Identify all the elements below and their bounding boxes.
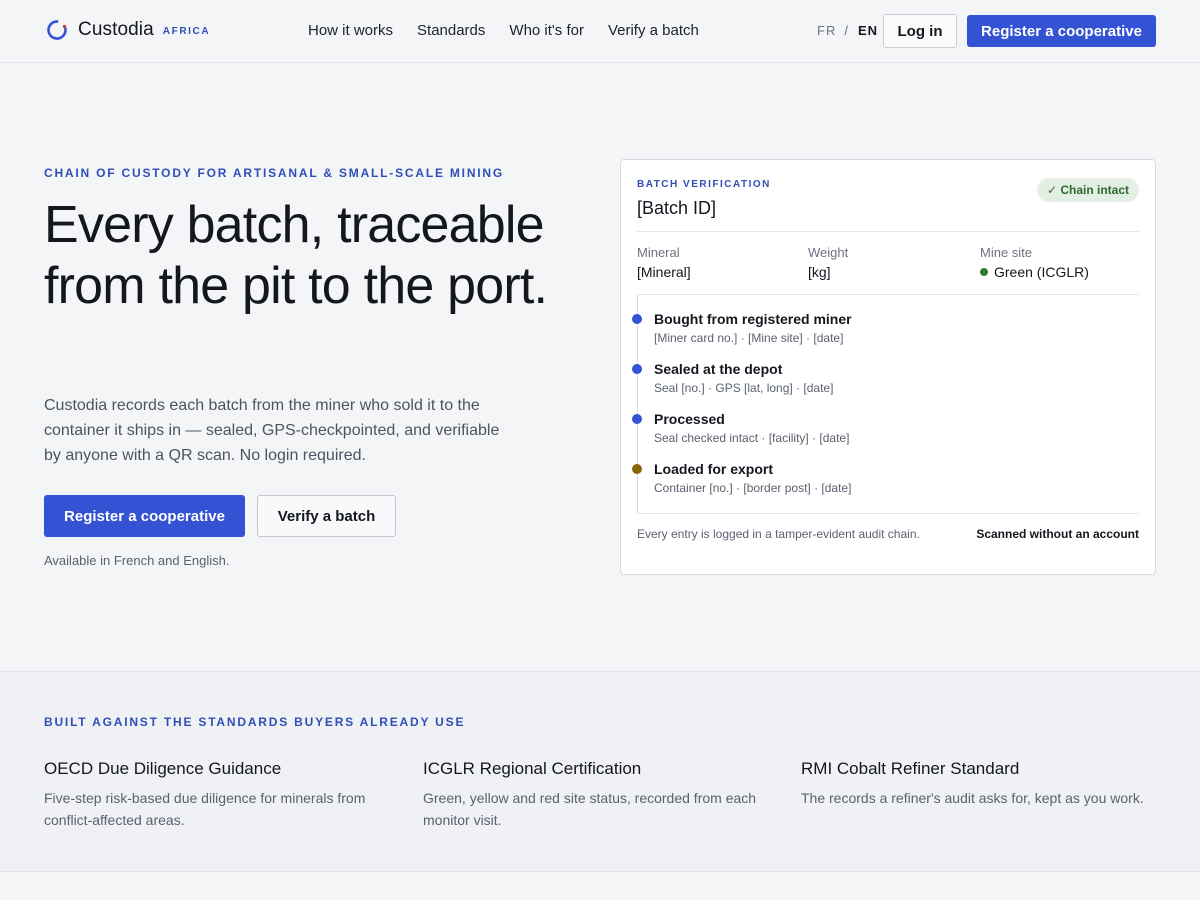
custody-timeline: Bought from registered miner [Miner card… (632, 295, 1139, 514)
divider (637, 231, 1139, 232)
language-availability-note: Available in French and English. (44, 553, 230, 568)
site-status-dot-icon (980, 268, 988, 276)
standard-description: Five-step risk-based due diligence for m… (44, 790, 366, 828)
timeline-node-icon (632, 464, 642, 474)
meta-label: Weight (808, 245, 849, 260)
divider (637, 513, 1139, 514)
logo-ring-icon (47, 20, 67, 40)
brand-region: AFRICA (162, 25, 211, 37)
step-title: Bought from registered miner (654, 311, 852, 327)
step-detail: Seal checked intact · [facility] · [date… (654, 431, 850, 445)
nav-verify-batch[interactable]: Verify a batch (608, 22, 699, 39)
standard-item: RMI Cobalt Refiner Standard The records … (801, 759, 1156, 809)
chain-status-badge: ✓ Chain intact (1036, 178, 1139, 202)
meta-weight: Weight [kg] (808, 245, 848, 280)
hero-eyebrow: CHAIN OF CUSTODY FOR ARTISANAL & SMALL-S… (44, 166, 505, 180)
register-cooperative-header-button[interactable]: Register a cooperative (967, 15, 1156, 47)
lang-fr[interactable]: FR (817, 23, 836, 38)
nav-who-its-for[interactable]: Who it's for (509, 22, 584, 39)
batch-id: [Batch ID] (637, 198, 717, 218)
hero-title: Every batch, traceable from the pit to t… (44, 196, 548, 315)
brand-name: Custodia (78, 19, 154, 40)
meta-value: [kg] (808, 264, 831, 280)
meta-mine-site: Mine site Green (ICGLR) (980, 245, 1089, 280)
site-header: Custodia AFRICA How it works Standards W… (0, 0, 1200, 63)
standard-item: ICGLR Regional Certification Green, yell… (423, 759, 778, 831)
card-eyebrow: BATCH VERIFICATION (637, 179, 771, 190)
standard-description: Green, yellow and red site status, recor… (423, 790, 757, 828)
standard-item: OECD Due Diligence Guidance Five-step ri… (44, 759, 399, 831)
hero-description: Custodia records each batch from the min… (44, 397, 500, 464)
scanned-without-account-note: Scanned without an account (976, 527, 1139, 541)
register-cooperative-button[interactable]: Register a cooperative (44, 495, 245, 537)
standards-section: BUILT AGAINST THE STANDARDS BUYERS ALREA… (0, 671, 1200, 872)
meta-label: Mine site (980, 245, 1033, 260)
timeline-node-icon (632, 364, 642, 374)
language-switcher: FR / EN (817, 23, 878, 38)
lang-en[interactable]: EN (858, 23, 878, 38)
meta-label: Mineral (637, 245, 680, 260)
step-title: Processed (654, 411, 725, 427)
step-title: Sealed at the depot (654, 361, 783, 377)
login-button[interactable]: Log in (883, 14, 957, 48)
standards-eyebrow: BUILT AGAINST THE STANDARDS BUYERS ALREA… (44, 715, 466, 729)
brand-logo[interactable]: Custodia AFRICA (46, 19, 210, 41)
standard-title: ICGLR Regional Certification (423, 759, 642, 778)
step-detail: Container [no.] · [border post] · [date] (654, 481, 852, 495)
timeline-node-icon (632, 414, 642, 424)
meta-value-wrap: Green (ICGLR) (980, 264, 1089, 280)
step-detail: Seal [no.] · GPS [lat, long] · [date] (654, 381, 834, 395)
audit-chain-note: Every entry is logged in a tamper-eviden… (637, 527, 920, 541)
meta-value: [Mineral] (637, 264, 691, 280)
step-title: Loaded for export (654, 461, 774, 477)
standard-title: RMI Cobalt Refiner Standard (801, 759, 1020, 778)
main-nav: How it works Standards Who it's for Veri… (308, 22, 723, 39)
meta-mineral: Mineral [Mineral] (637, 245, 691, 280)
standard-title: OECD Due Diligence Guidance (44, 759, 282, 778)
meta-value: Green (ICGLR) (994, 264, 1089, 280)
batch-verification-card: BATCH VERIFICATION [Batch ID] ✓ Chain in… (620, 159, 1156, 575)
standard-description: The records a refiner's audit asks for, … (801, 790, 1144, 806)
nav-how-it-works[interactable]: How it works (308, 22, 393, 39)
lang-separator: / (844, 23, 849, 38)
verify-batch-button[interactable]: Verify a batch (257, 495, 396, 537)
timeline-node-icon (632, 314, 642, 324)
nav-standards[interactable]: Standards (417, 22, 485, 39)
step-detail: [Miner card no.] · [Mine site] · [date] (654, 331, 844, 345)
